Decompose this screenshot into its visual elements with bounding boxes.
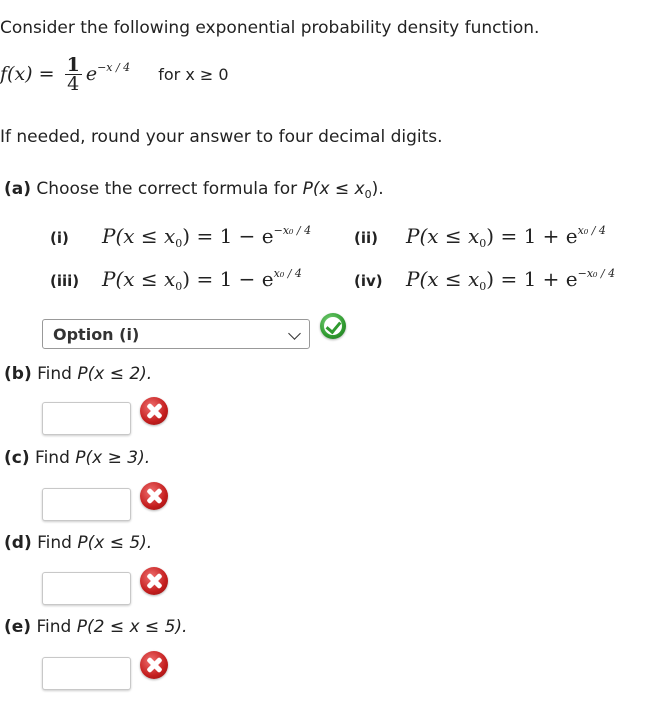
rounding-note: If needed, round your answer to four dec…	[0, 127, 443, 147]
part-c-text: Find	[29, 448, 76, 468]
incorrect-x-icon	[140, 651, 168, 679]
part-c-label: (c)	[4, 448, 30, 468]
part-c-answer-input[interactable]	[42, 488, 131, 521]
part-a-label: (a)	[4, 179, 32, 199]
part-d-label: (d)	[4, 533, 32, 553]
part-e-text: Find	[31, 617, 77, 637]
part-a-text: Choose the correct formula for	[31, 179, 303, 199]
part-d-answer-input[interactable]	[42, 572, 131, 605]
incorrect-x-icon	[140, 397, 168, 425]
intro-text: Consider the following exponential proba…	[0, 18, 540, 38]
option-ii: (ii) P(x ≤ x0) = 1 + ex₀ / 4	[354, 224, 606, 249]
part-d-prompt: (d) Find P(x ≤ 5).	[4, 533, 152, 553]
incorrect-x-icon	[140, 482, 168, 510]
chevron-down-icon	[288, 327, 301, 340]
option-rhs: ) = 1 − e	[182, 267, 274, 291]
option-exp: −x₀ / 4	[273, 224, 312, 237]
part-e-prompt: (e) Find P(2 ≤ x ≤ 5).	[4, 617, 187, 637]
pdf-fraction: 14	[64, 56, 82, 95]
option-iii: (iii) P(x ≤ x0) = 1 − ex₀ / 4	[50, 267, 302, 292]
part-b-label: (b)	[4, 364, 32, 384]
option-exp: x₀ / 4	[577, 224, 606, 237]
option-label: (i)	[50, 229, 69, 247]
part-a-prompt: (a) Choose the correct formula for P(x ≤…	[4, 179, 384, 201]
part-d-expr: P(x ≤ 5).	[77, 533, 153, 553]
formula-select-value: Option (i)	[53, 325, 140, 344]
pdf-lhs: f(x)	[0, 63, 33, 85]
frac-denominator: 4	[67, 73, 80, 95]
part-e-expr: P(2 ≤ x ≤ 5).	[76, 617, 188, 637]
option-rhs: ) = 1 − e	[182, 224, 274, 248]
option-exp: x₀ / 4	[273, 267, 302, 280]
part-e-answer-input[interactable]	[42, 657, 131, 690]
part-d-text: Find	[31, 533, 78, 553]
part-b-expr: P(x ≤ 2).	[77, 364, 153, 384]
part-c-expr: P(x ≥ 3).	[75, 448, 151, 468]
option-lhs: P(x ≤ x	[102, 267, 176, 291]
formula-select[interactable]: Option (i)	[42, 319, 310, 349]
part-b-answer-input[interactable]	[42, 402, 131, 435]
pdf-equals: =	[32, 63, 61, 85]
option-label: (iii)	[50, 272, 80, 290]
pdf-formula: f(x) = 1 4 e−x / 4 for x ≥ 0	[0, 56, 229, 95]
pdf-exponent: −x / 4	[97, 61, 131, 74]
correct-check-icon	[320, 313, 346, 339]
option-lhs: P(x ≤ x	[102, 224, 176, 248]
part-a-expr-sub: 0	[364, 188, 372, 201]
option-rhs: ) = 1 + e	[486, 224, 578, 248]
option-rhs: ) = 1 + e	[486, 267, 578, 291]
option-label: (ii)	[354, 229, 378, 247]
option-lhs: P(x ≤ x	[406, 224, 480, 248]
pdf-base: e	[85, 63, 98, 85]
part-a-expr: P(x ≤ x	[302, 179, 365, 199]
part-e-label: (e)	[4, 617, 32, 637]
part-a-expr-end: ).	[371, 179, 384, 199]
incorrect-x-icon	[140, 567, 168, 595]
part-b-prompt: (b) Find P(x ≤ 2).	[4, 364, 152, 384]
option-exp: −x₀ / 4	[577, 267, 616, 280]
part-b-text: Find	[31, 364, 78, 384]
option-iv: (iv) P(x ≤ x0) = 1 + e−x₀ / 4	[354, 267, 616, 292]
option-lhs: P(x ≤ x	[406, 267, 480, 291]
option-i: (i) P(x ≤ x0) = 1 − e−x₀ / 4	[50, 224, 312, 249]
option-label: (iv)	[354, 272, 383, 290]
pdf-domain: for x ≥ 0	[158, 65, 229, 84]
part-c-prompt: (c) Find P(x ≥ 3).	[4, 448, 150, 468]
